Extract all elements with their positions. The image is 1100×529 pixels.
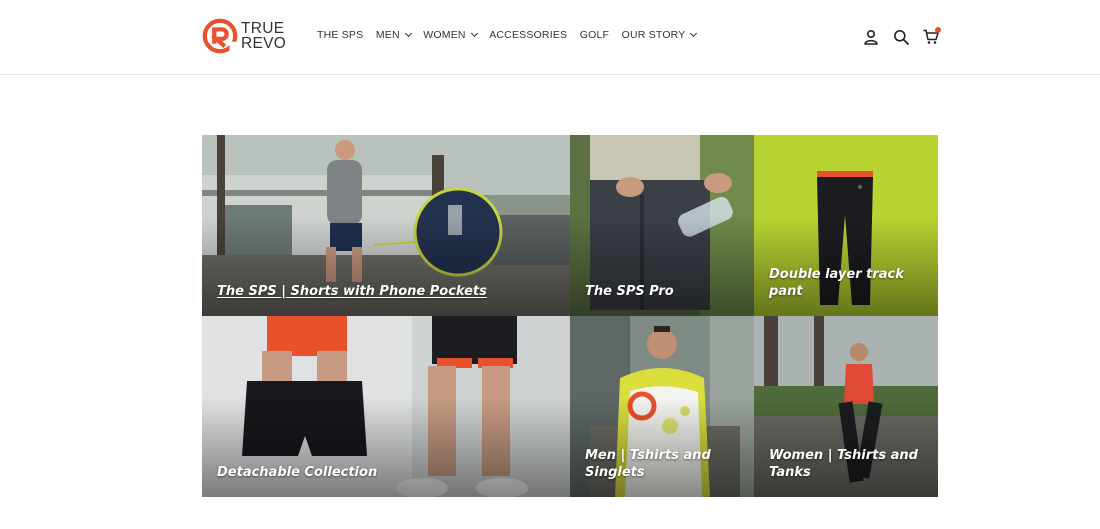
nav-item-our-story[interactable]: OUR STORY bbox=[621, 29, 698, 41]
account-button[interactable] bbox=[860, 26, 882, 48]
brand-wordmark: TRUE REVO bbox=[241, 20, 287, 52]
collection-title: Double layer track pant bbox=[769, 267, 904, 299]
cart-count-badge bbox=[935, 27, 941, 33]
brand-line-1: TRUE bbox=[241, 20, 285, 37]
chevron-down-icon bbox=[404, 29, 412, 38]
brand-logo[interactable]: TRUE REVO bbox=[201, 16, 291, 56]
collection-tile-sps-pro[interactable]: The SPS Pro bbox=[570, 135, 754, 316]
nav-item-label: GOLF bbox=[579, 29, 610, 41]
search-icon bbox=[894, 30, 909, 45]
main-nav: THE SPS MEN WOMEN ACCESSORIES GOLF OUR S… bbox=[317, 29, 709, 41]
nav-item-label: OUR STORY bbox=[621, 29, 686, 41]
collection-tile-men-tshirts[interactable]: Men | Tshirts and Singlets bbox=[570, 316, 754, 497]
collection-title: Men | Tshirts and Singlets bbox=[585, 448, 711, 480]
collection-grid: The SPS | Shorts with Phone Pockets The … bbox=[202, 135, 938, 497]
collection-tile-women-tshirts[interactable]: Women | Tshirts and Tanks bbox=[754, 316, 938, 497]
search-button[interactable] bbox=[890, 26, 912, 48]
collection-title: Women | Tshirts and Tanks bbox=[769, 448, 918, 480]
brand-line-2: REVO bbox=[241, 35, 287, 52]
collection-title: Detachable Collection bbox=[217, 465, 378, 480]
collection-title: The SPS Pro bbox=[585, 284, 674, 299]
collection-tile-detachable[interactable]: Detachable Collection bbox=[202, 316, 570, 497]
nav-item-the-sps[interactable]: THE SPS bbox=[317, 29, 363, 41]
collection-title: The SPS | Shorts with Phone Pockets bbox=[217, 284, 487, 299]
account-icon bbox=[864, 29, 878, 45]
nav-item-women[interactable]: WOMEN bbox=[423, 29, 478, 41]
site-header: TRUE REVO THE SPS MEN WOMEN ACCESSORIES … bbox=[0, 0, 1100, 75]
nav-item-label: ACCESSORIES bbox=[489, 29, 568, 41]
chevron-down-icon bbox=[470, 29, 478, 38]
nav-item-label: THE SPS bbox=[317, 29, 364, 41]
collection-tile-track-pant[interactable]: Double layer track pant bbox=[754, 135, 938, 316]
cart-button[interactable] bbox=[920, 26, 942, 48]
logo-mark-icon bbox=[202, 18, 239, 55]
collection-tile-sps[interactable]: The SPS | Shorts with Phone Pockets bbox=[202, 135, 570, 316]
nav-item-golf[interactable]: GOLF bbox=[580, 29, 609, 41]
nav-item-accessories[interactable]: ACCESSORIES bbox=[489, 29, 567, 41]
nav-item-label: MEN bbox=[375, 29, 400, 41]
chevron-down-icon bbox=[690, 29, 698, 38]
nav-item-label: WOMEN bbox=[423, 29, 466, 41]
nav-item-men[interactable]: MEN bbox=[375, 29, 412, 41]
header-actions bbox=[852, 26, 942, 48]
